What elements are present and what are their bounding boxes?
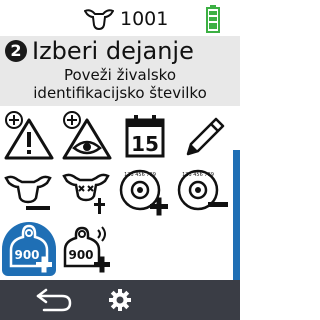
screen-subtitle-line1: Poveži živalsko <box>63 66 177 84</box>
animal-id-number: 1001 <box>120 8 169 30</box>
add-ear-tag-icon: 900 <box>9 224 52 273</box>
add-warning-icon <box>4 111 54 160</box>
calendar-button[interactable]: 15 <box>118 110 172 164</box>
bottom-bar <box>0 280 240 320</box>
tag-number-text: 123 456 789 <box>182 172 214 178</box>
remove-animal-icon <box>4 175 52 210</box>
dead-animal-button[interactable] <box>60 166 114 220</box>
ear-tag-text: 900 <box>14 248 39 262</box>
add-ear-tag-button[interactable]: 900 <box>2 222 56 276</box>
edit-button[interactable] <box>176 110 230 164</box>
dead-animal-icon <box>62 173 110 214</box>
calendar-day-text: 15 <box>131 132 159 156</box>
add-tag-number-button[interactable]: 123 456 789 <box>118 166 172 220</box>
edit-pencil-icon <box>186 117 225 156</box>
back-arrow-icon[interactable] <box>34 288 74 312</box>
cow-head-icon <box>84 9 114 30</box>
add-observation-icon <box>62 111 112 160</box>
remove-tag-number-icon: 123 456 789 <box>177 169 228 211</box>
screen-title: Izberi dejanje <box>32 37 194 65</box>
battery-full-icon <box>206 5 220 33</box>
gear-icon[interactable] <box>108 288 132 312</box>
add-tag-number-icon: 123 456 789 <box>119 169 168 216</box>
remove-tag-number-button[interactable]: 123 456 789 <box>176 166 230 220</box>
remove-animal-button[interactable] <box>2 166 56 220</box>
add-observation-button[interactable] <box>60 110 114 164</box>
screen-subtitle-line2: identifikacijsko številko <box>33 84 207 102</box>
tag-number-text: 123 456 789 <box>124 172 156 178</box>
calendar-icon: 15 <box>125 115 165 158</box>
add-warning-button[interactable] <box>2 110 56 164</box>
add-rfid-ear-tag-icon: 900 <box>63 226 110 273</box>
add-rfid-ear-tag-button[interactable]: 900 <box>60 222 114 276</box>
ear-tag-text: 900 <box>68 248 93 262</box>
status-bar: 1001 <box>0 0 240 36</box>
screen-header: 2 Izberi dejanje Poveži živalsko identif… <box>0 36 240 106</box>
scrollbar-thumb[interactable] <box>233 150 240 280</box>
step-number-badge: 2 <box>5 40 27 62</box>
